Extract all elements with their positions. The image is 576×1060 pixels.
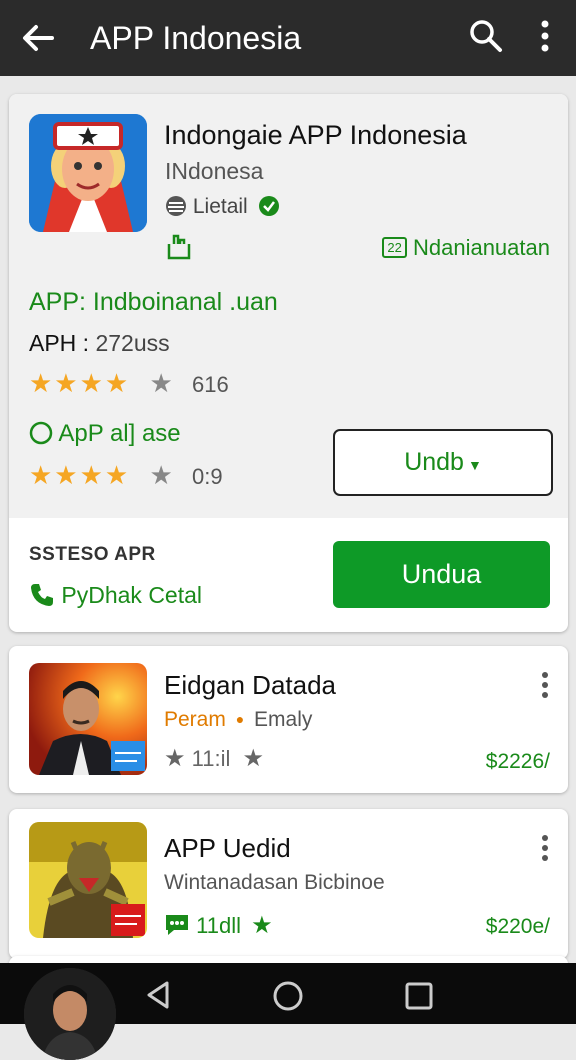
phone-icon	[31, 584, 53, 606]
avatar-image	[24, 968, 116, 1060]
dropdown-button[interactable]: Undb ▼	[333, 429, 553, 496]
comment-icon: 22	[382, 237, 407, 258]
note-text: Ndanianuatan	[412, 235, 550, 260]
status-circle-icon	[29, 421, 53, 445]
contact-row[interactable]: PyDhak Cetal	[29, 582, 202, 609]
star-icon: ★★★★	[29, 368, 131, 398]
star-outline-icon: ★	[149, 460, 175, 490]
rating-row-2: ★★★★ ★ 0:9	[29, 460, 223, 491]
status-row: ApP al] ase	[29, 420, 181, 448]
note-row[interactable]: 22 Ndanianuatan	[382, 235, 550, 261]
aph-row: APH : 272uss	[29, 330, 170, 357]
search-icon[interactable]	[468, 18, 504, 54]
star-icon: ★	[251, 912, 273, 939]
item-rating-value: 11:il	[191, 746, 231, 771]
more-options-icon[interactable]	[535, 833, 555, 863]
aph-label: APH :	[29, 330, 90, 356]
section-label: SSTESO APR	[29, 544, 156, 565]
more-options-icon[interactable]	[532, 18, 558, 54]
nav-home-icon[interactable]	[272, 980, 304, 1012]
rating-2-value: 0:9	[192, 464, 223, 489]
back-arrow-icon[interactable]	[18, 18, 58, 58]
star-icon: ★	[242, 745, 265, 772]
item-subtitle: Wintanadasan Bicbinoe	[164, 871, 385, 894]
rating-row-1: ★★★★ ★ 616	[29, 368, 229, 399]
aph-value: 272uss	[95, 330, 170, 356]
page-title: APP Indonesia	[90, 20, 302, 56]
app-thumbnail[interactable]	[29, 822, 147, 938]
publisher-logo-icon	[166, 196, 186, 216]
app-bar: APP Indonesia	[0, 0, 576, 76]
chevron-down-icon: ▼	[467, 457, 482, 473]
item-tag-2: Emaly	[254, 708, 313, 731]
publisher-row: Lietail	[165, 195, 280, 219]
item-rating: ★ 11:il ★	[164, 744, 264, 773]
item-rating: 11dll ★	[164, 911, 273, 940]
item-title: Eidgan Datada	[164, 670, 337, 700]
item-title: APP Uedid	[164, 833, 291, 863]
item-tag-1: Peram	[164, 708, 226, 731]
app-title: Indongaie APP Indonesia	[164, 120, 467, 150]
app-thumbnail[interactable]	[29, 663, 147, 775]
more-options-icon[interactable]	[535, 670, 555, 700]
item-price: $220e/	[485, 915, 550, 938]
star-icon: ★★★★	[29, 460, 131, 490]
headline: APP: Indboinanal .uan	[29, 288, 278, 316]
star-icon: ★	[164, 745, 186, 772]
app-logo-image	[29, 114, 147, 232]
app-developer[interactable]: INdonesa	[165, 158, 263, 185]
chat-icon	[166, 915, 188, 935]
item-price: $2226/	[485, 750, 550, 773]
bookmark-icon[interactable]	[166, 232, 192, 260]
item-rating-value: 11dll	[196, 913, 241, 938]
nav-recents-icon[interactable]	[404, 981, 434, 1011]
item-tags: Peram ● Emaly	[164, 708, 312, 732]
list-item[interactable]: Eidgan Datada Peram ● Emaly ★ 11:il ★ $2…	[9, 646, 568, 793]
install-button[interactable]: Undua	[333, 541, 550, 608]
publisher-name: Lietail	[192, 195, 248, 218]
thumbnail-image	[29, 663, 147, 775]
verified-icon	[258, 196, 279, 216]
contact-text: PyDhak Cetal	[61, 582, 203, 608]
dropdown-label: Undb	[404, 448, 464, 476]
thumbnail-image	[29, 822, 147, 938]
rating-1-value: 616	[192, 372, 229, 397]
app-icon[interactable]	[29, 114, 147, 232]
nav-back-icon[interactable]	[143, 980, 173, 1010]
list-item[interactable]: APP Uedid Wintanadasan Bicbinoe 11dll ★ …	[9, 809, 568, 959]
dot-icon: ●	[235, 711, 245, 727]
featured-app-card[interactable]: Indongaie APP Indonesia INdonesa Lietail…	[9, 94, 568, 632]
avatar[interactable]	[24, 968, 116, 1060]
status-text: ApP al] ase	[58, 420, 181, 447]
star-outline-icon: ★	[149, 368, 175, 398]
